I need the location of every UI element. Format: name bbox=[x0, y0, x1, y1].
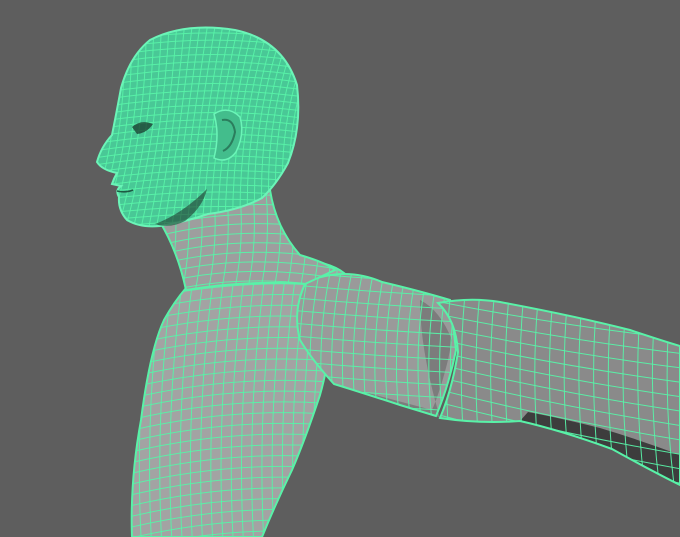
3d-viewport[interactable] bbox=[0, 0, 680, 537]
viewport-background[interactable] bbox=[0, 0, 680, 537]
viewport-scene[interactable] bbox=[0, 0, 680, 537]
